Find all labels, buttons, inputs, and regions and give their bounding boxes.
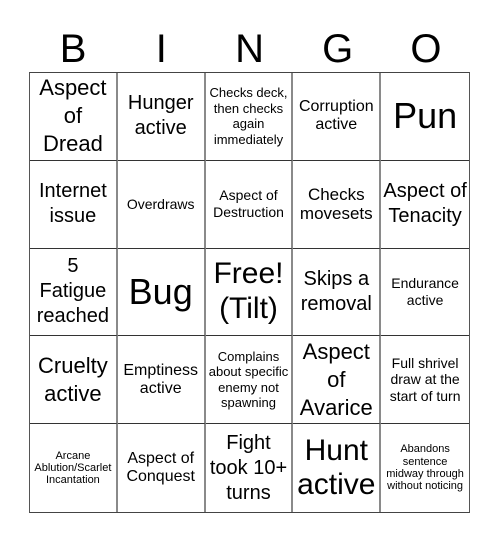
bingo-cell[interactable]: Aspect of Avarice [293, 336, 382, 425]
bingo-cell[interactable]: Aspect of Tenacity [381, 161, 469, 249]
bingo-cell[interactable]: Fight took 10+ turns [206, 424, 294, 512]
bingo-cell[interactable]: Hunger active [117, 73, 206, 161]
header-letter-n: N [235, 27, 264, 71]
bingo-cell[interactable]: Bug [117, 248, 206, 337]
bingo-cell[interactable]: Skips a removal [293, 248, 382, 337]
header-letter-i: I [155, 27, 167, 71]
header-letter-g: G [322, 27, 354, 71]
bingo-cell[interactable]: Arcane Ablution/Scarlet Incantation [30, 424, 118, 512]
bingo-cell[interactable]: Full shrivel draw at the start of turn [381, 336, 469, 425]
bingo-grid: Aspect of Dread Hunger active Checks dec… [29, 72, 470, 513]
bingo-cell[interactable]: Hunt active [293, 424, 382, 512]
bingo-cell[interactable]: Emptiness active [117, 336, 206, 425]
bingo-cell[interactable]: Aspect of Destruction [205, 160, 294, 249]
bingo-cell[interactable]: Corruption active [293, 73, 382, 161]
bingo-cell[interactable]: Checks movesets [293, 160, 382, 249]
bingo-cell[interactable]: Cruelty active [30, 336, 118, 425]
bingo-cell[interactable]: Endurance active [381, 249, 469, 337]
header-letter-o: O [410, 27, 442, 71]
bingo-cell[interactable]: Internet issue [30, 160, 118, 249]
bingo-cell[interactable]: Aspect of Conquest [118, 424, 206, 512]
bingo-cell[interactable]: 5 Fatigue reached [30, 248, 118, 337]
bingo-cell[interactable]: Abandons sentence midway through without… [381, 424, 469, 512]
bingo-cell[interactable]: Overdraws [117, 160, 206, 249]
bingo-cell[interactable]: Aspect of Dread [30, 73, 118, 161]
header-letter-b: B [59, 27, 87, 71]
bingo-cell[interactable]: Pun [381, 73, 469, 161]
bingo-header: B I N G O [29, 26, 470, 72]
bingo-cell[interactable]: Complains about specific enemy not spawn… [205, 336, 294, 425]
bingo-cell-free[interactable]: Free! (Tilt) [205, 248, 294, 337]
bingo-cell[interactable]: Checks deck, then checks again immediate… [205, 73, 294, 161]
